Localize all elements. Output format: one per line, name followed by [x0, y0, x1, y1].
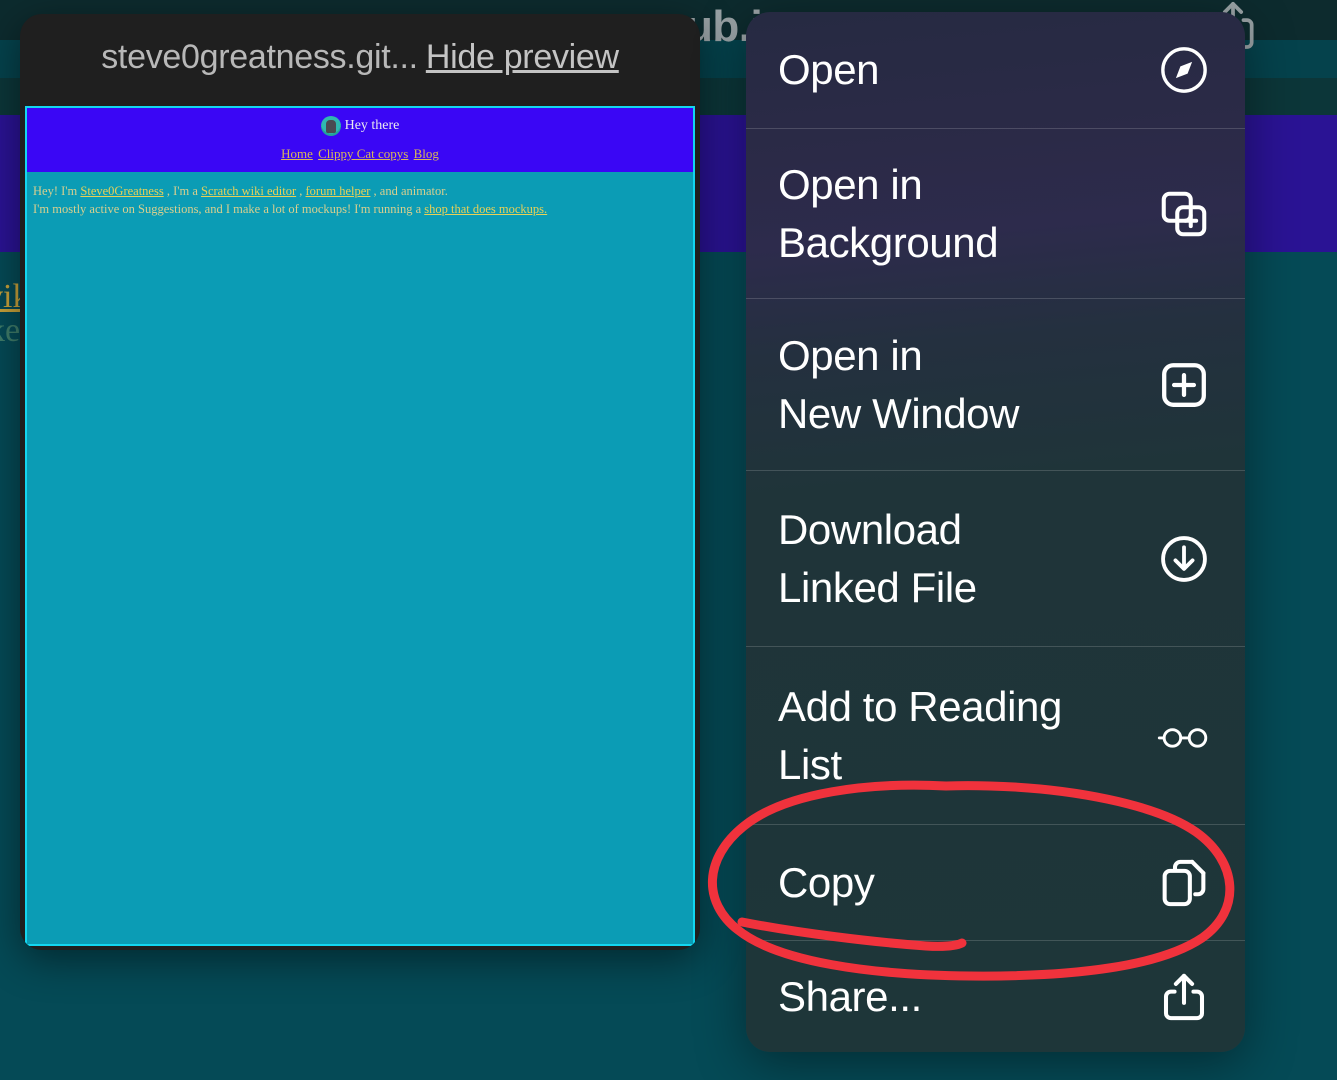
menu-item-label: Open in New Window — [778, 327, 1019, 443]
compass-icon — [1157, 43, 1211, 97]
menu-item-add-to-reading-list[interactable]: Add to Reading List — [746, 646, 1245, 824]
menu-item-label: Open in Background — [778, 156, 998, 272]
site-hero-row: Hey there — [27, 114, 693, 138]
site-inline-text: I'm mostly active on Suggestions, and I … — [33, 202, 424, 216]
background-text-fragment: ke — [0, 312, 20, 350]
avatar-icon — [321, 116, 341, 136]
square-plus-icon — [1157, 358, 1211, 412]
menu-item-label: Share... — [778, 968, 922, 1026]
link-preview-popover: steve0greatness.git... Hide preview Hey … — [20, 14, 700, 950]
site-greeting: Hey there — [345, 118, 400, 134]
site-content: Hey! I'm Steve0Greatness , I'm a Scratch… — [27, 174, 693, 226]
screen-root: ub.i vik ke steve0greatness.git... Hide … — [0, 0, 1337, 1080]
preview-title: steve0greatness.git... — [101, 38, 418, 77]
site-inline-link[interactable]: shop that does mockups. — [424, 202, 547, 216]
copy-documents-icon — [1157, 856, 1211, 910]
site-inline-text: , — [296, 184, 305, 198]
download-circle-icon — [1157, 532, 1211, 586]
site-inline-text: , and animator. — [370, 184, 447, 198]
menu-item-label: Download Linked File — [778, 501, 977, 617]
menu-item-open[interactable]: Open — [746, 12, 1245, 128]
site-inline-text: Hey! I'm — [33, 184, 80, 198]
site-nav: Home Clippy Cat copys Blog — [27, 146, 693, 162]
menu-item-open-in-background[interactable]: Open in Background — [746, 128, 1245, 298]
menu-item-label: Add to Reading List — [778, 678, 1062, 794]
site-nav-item-clippy[interactable]: Clippy Cat copys — [318, 146, 408, 161]
preview-header: steve0greatness.git... Hide preview — [20, 14, 700, 100]
share-icon — [1157, 970, 1211, 1024]
site-hero: Hey there Home Clippy Cat copys Blog — [27, 108, 693, 174]
menu-item-label: Open — [778, 41, 879, 99]
menu-item-share[interactable]: Share... — [746, 940, 1245, 1052]
site-inline-link[interactable]: forum helper — [306, 184, 371, 198]
site-inline-link[interactable]: Steve0Greatness — [80, 184, 163, 198]
site-paragraph-1: Hey! I'm Steve0Greatness , I'm a Scratch… — [33, 182, 687, 200]
site-inline-text: , I'm a — [164, 184, 201, 198]
menu-item-open-in-new-window[interactable]: Open in New Window — [746, 298, 1245, 470]
site-nav-item-blog[interactable]: Blog — [414, 146, 439, 161]
preview-webpage[interactable]: Hey there Home Clippy Cat copys Blog Hey… — [25, 106, 695, 946]
site-inline-link[interactable]: Scratch wiki editor — [201, 184, 296, 198]
site-paragraph-2: I'm mostly active on Suggestions, and I … — [33, 200, 687, 218]
link-context-menu[interactable]: Open Open in Background Open in New Window… — [746, 12, 1245, 1052]
menu-item-download-linked-file[interactable]: Download Linked File — [746, 470, 1245, 646]
glasses-icon — [1157, 709, 1211, 763]
menu-item-label: Copy — [778, 854, 874, 912]
site-nav-item-home[interactable]: Home — [281, 146, 313, 161]
hide-preview-button[interactable]: Hide preview — [426, 38, 619, 77]
menu-item-copy[interactable]: Copy — [746, 824, 1245, 940]
copy-plus-icon — [1157, 187, 1211, 241]
